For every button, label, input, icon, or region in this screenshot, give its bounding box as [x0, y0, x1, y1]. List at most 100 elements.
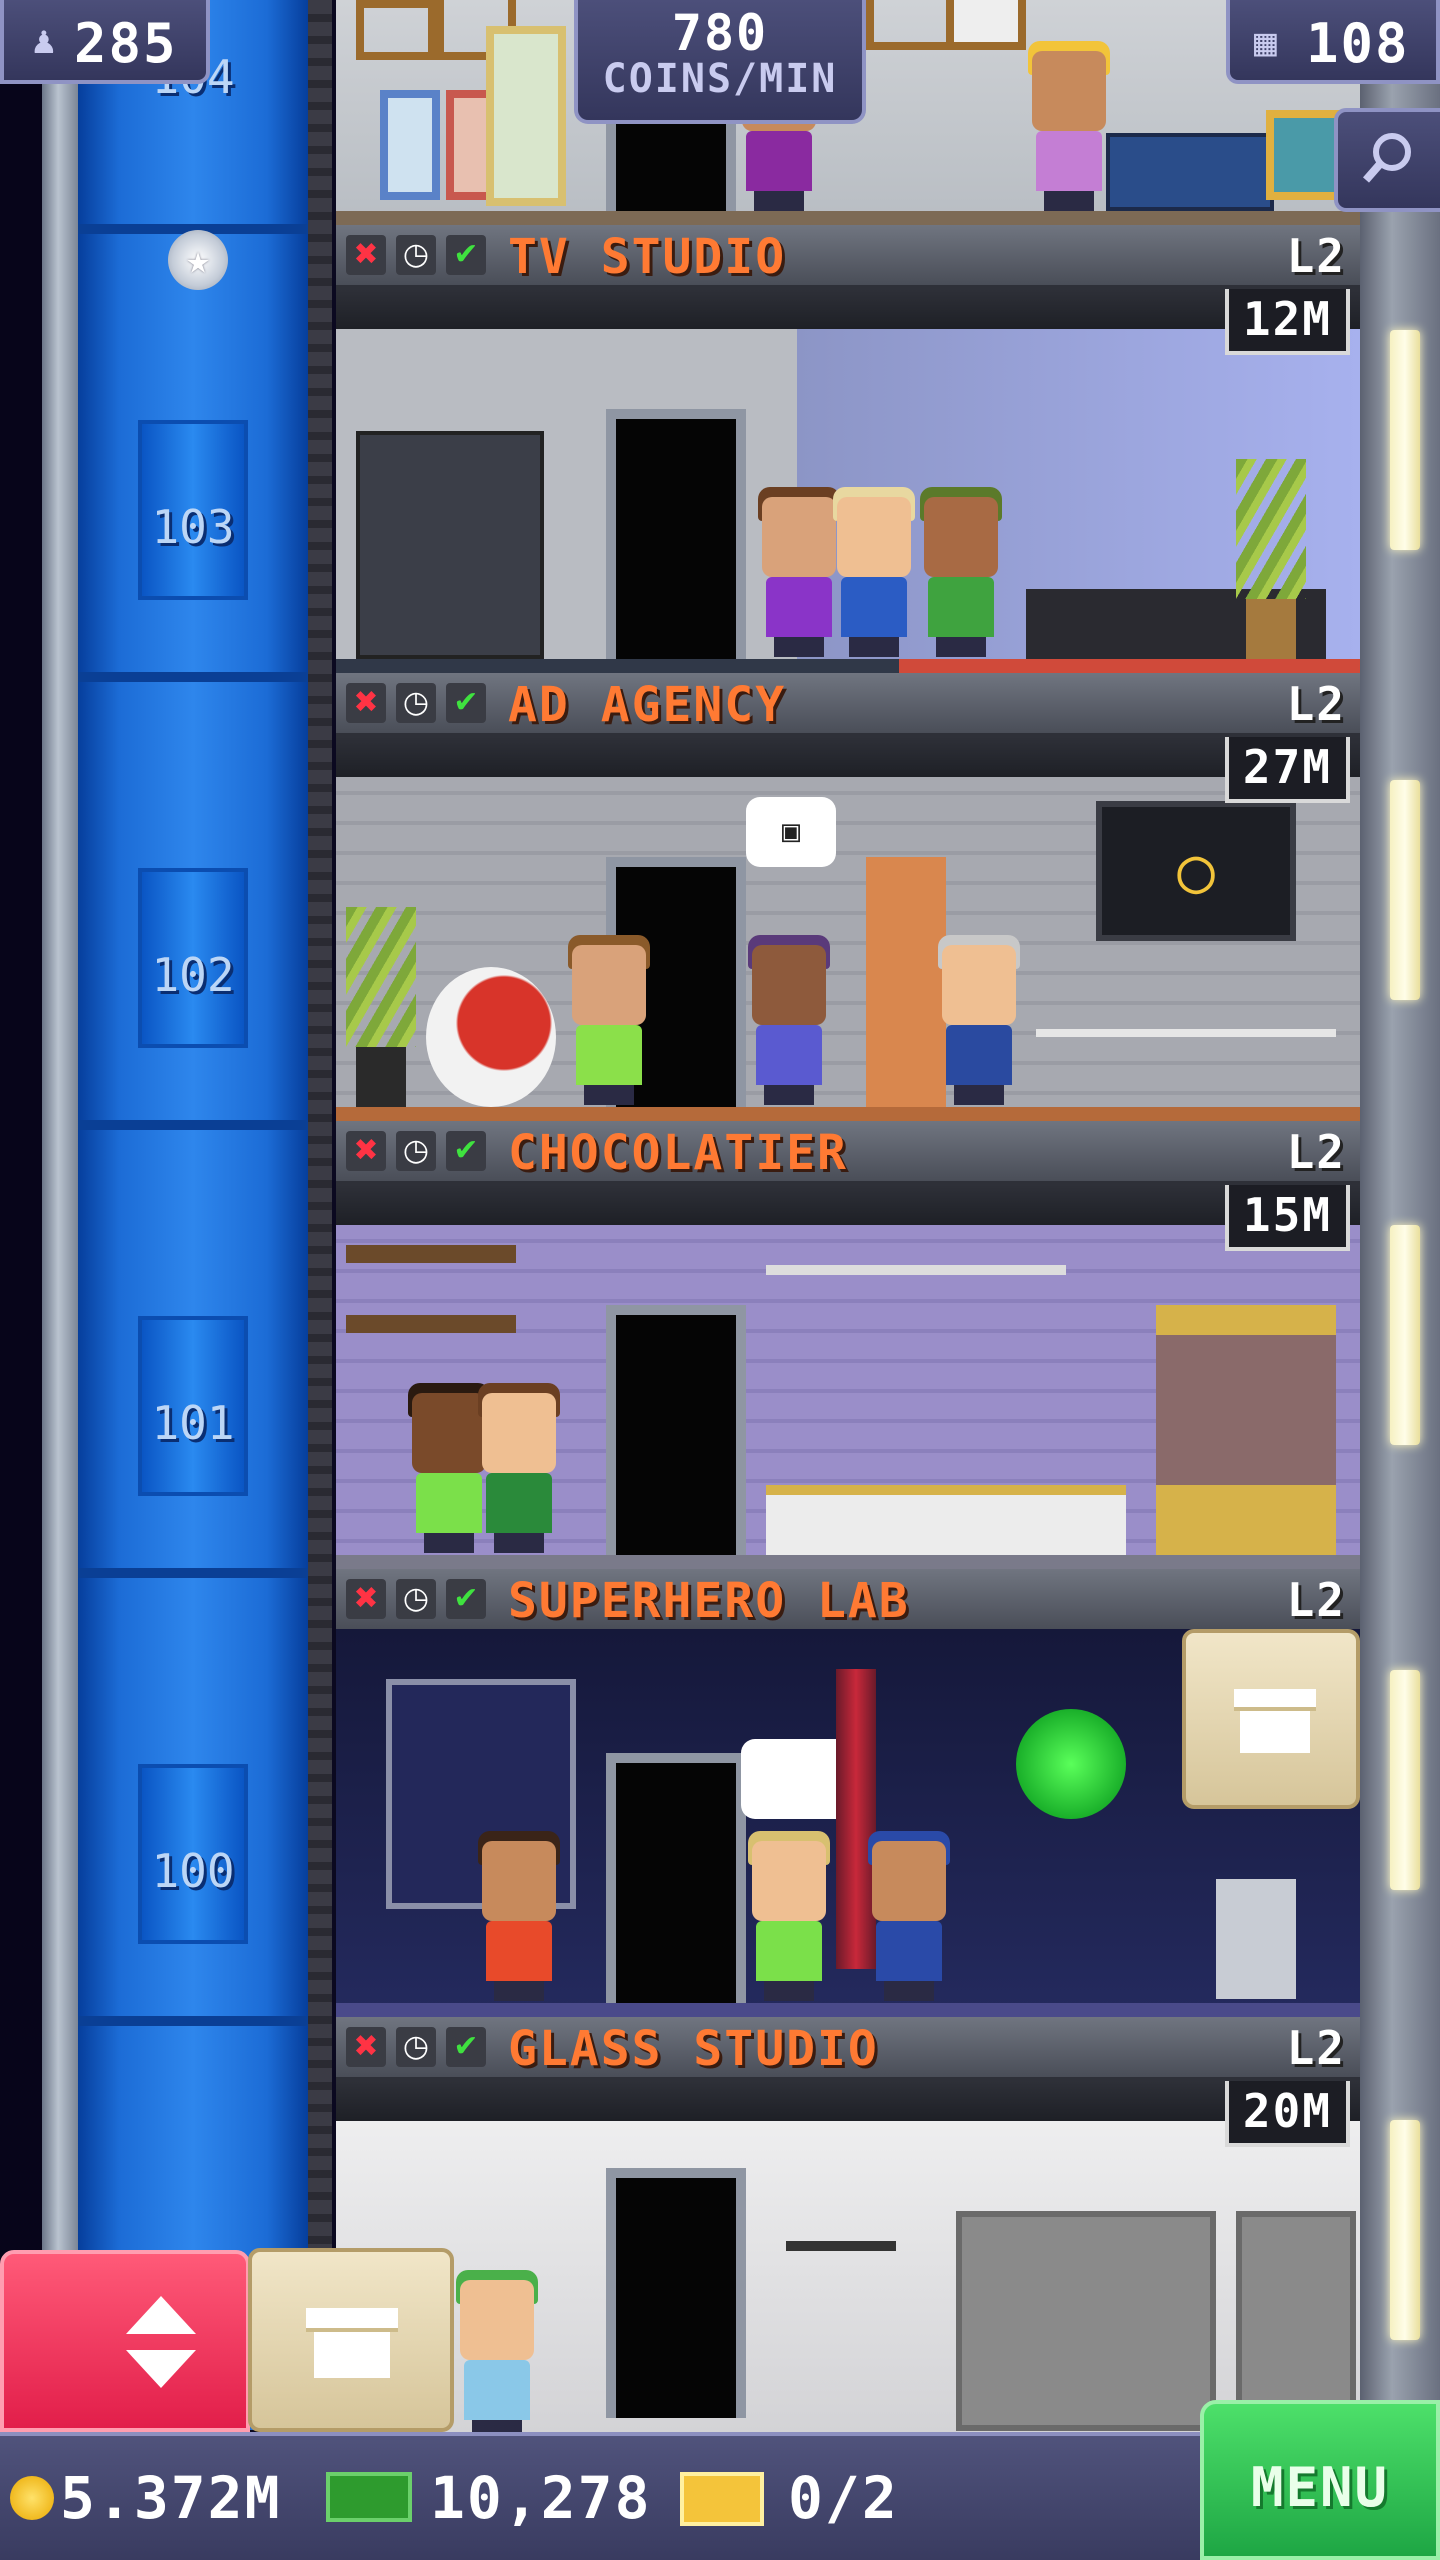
shaft-segment	[78, 224, 308, 672]
floor-line	[336, 2003, 1360, 2017]
floor-tv-studio[interactable]: ✖ ◷ ✔ TV STUDIO L2 12M	[336, 225, 1360, 673]
floor-header: ✖ ◷ ✔ SUPERHERO LAB L2	[336, 1569, 1360, 1633]
floor-header: ✖ ◷ ✔ CHOCOLATIER L2	[336, 1121, 1360, 1185]
resident[interactable]	[918, 487, 1004, 657]
door	[606, 1753, 746, 2003]
clock-icon: ◷	[396, 2027, 436, 2067]
elevator-star-icon[interactable]: ★	[168, 230, 228, 290]
stock-badge: 12M	[1224, 289, 1350, 355]
room-interior	[336, 329, 1360, 673]
floor-number-label: 101	[151, 1396, 235, 1450]
plant-decoration	[336, 907, 426, 1107]
shaft-divider	[308, 0, 332, 2430]
floor-line	[336, 659, 1360, 673]
painting-frame	[356, 0, 436, 60]
floor-ad-agency[interactable]: ✖ ◷ ✔ AD AGENCY L2 ▣ ◯ 27M	[336, 673, 1360, 1121]
tickets-value[interactable]: 0/2	[788, 2464, 899, 2532]
floor-number-label: 103	[151, 500, 235, 554]
floor-status-icons: ✖ ◷ ✔	[346, 1579, 496, 1619]
crate-icon	[306, 2308, 398, 2378]
window-light	[1390, 330, 1420, 550]
clock-icon: ◷	[396, 1131, 436, 1171]
resident[interactable]	[476, 1383, 562, 1553]
room-interior	[336, 1225, 1360, 1569]
floor-name: GLASS STUDIO	[508, 2021, 879, 2077]
floor-status-icons: ✖ ◷ ✔	[346, 683, 496, 723]
shaft-segment	[78, 1568, 308, 2016]
resident[interactable]	[746, 1831, 832, 2001]
egg-chair	[426, 967, 556, 1107]
floor-line	[336, 1107, 1360, 1121]
ceiling	[336, 737, 1360, 777]
income-value: 780	[671, 4, 769, 62]
floor-name: TV STUDIO	[508, 229, 787, 285]
floor-level: L2	[1286, 1573, 1346, 1627]
population-value: 285	[74, 12, 178, 75]
out-of-stock-icon: ✖	[346, 1579, 386, 1619]
resident[interactable]	[454, 2270, 540, 2440]
window-light	[1390, 780, 1420, 1000]
bux-value[interactable]: 10,278	[430, 2464, 652, 2532]
chocolate-shelf	[346, 1315, 516, 1333]
floor-chocolatier[interactable]: ✖ ◷ ✔ CHOCOLATIER L2 15M	[336, 1121, 1360, 1569]
elevator-button[interactable]	[0, 2250, 250, 2432]
floor-count-value: 108	[1306, 12, 1410, 75]
magnifier-icon	[1362, 133, 1411, 183]
floor-level: L2	[1286, 677, 1346, 731]
delivery-crate-button[interactable]	[248, 2248, 454, 2432]
elevator-shaft[interactable]: 104 103 102 101 100 ★	[78, 0, 308, 2430]
tower-bux-icon[interactable]	[326, 2472, 412, 2522]
floor-header: ✖ ◷ ✔ TV STUDIO L2	[336, 225, 1360, 289]
check-icon: ✔	[446, 683, 486, 723]
window-light	[1390, 1670, 1420, 1890]
resident[interactable]	[476, 1831, 562, 2001]
floor-status-icons: ✖ ◷ ✔	[346, 2027, 496, 2067]
floor-level: L2	[1286, 2021, 1346, 2075]
door	[606, 2168, 746, 2418]
display-cabinet	[1106, 133, 1274, 211]
menu-label: MENU	[1250, 2456, 1390, 2519]
resident[interactable]	[1026, 41, 1112, 211]
door	[606, 409, 746, 659]
floor-status-icons: ✖ ◷ ✔	[346, 235, 496, 275]
floor-count-display[interactable]: ▦ 108	[1226, 0, 1440, 84]
floor-superhero-lab[interactable]: ✖ ◷ ✔ SUPERHERO LAB L2	[336, 1569, 1360, 2017]
ceiling	[336, 2081, 1360, 2121]
speech-bubble-icon[interactable]: ▣	[746, 797, 836, 867]
resident[interactable]	[866, 1831, 952, 2001]
floor-number-label: 100	[151, 1844, 235, 1898]
resident[interactable]	[831, 487, 917, 657]
floor-number-label: 102	[151, 948, 235, 1002]
resident[interactable]	[746, 935, 832, 1105]
chocolate-shelf	[346, 1245, 516, 1263]
search-button[interactable]	[1334, 108, 1440, 212]
check-icon: ✔	[446, 1579, 486, 1619]
menu-button[interactable]: MENU	[1200, 2400, 1440, 2560]
person-icon: ♟	[32, 18, 56, 62]
window-light	[1390, 2120, 1420, 2340]
painting-frame	[946, 0, 1026, 50]
door	[606, 111, 736, 211]
shaft-segment	[78, 1120, 308, 1568]
painting-frame	[486, 26, 566, 206]
out-of-stock-icon: ✖	[346, 683, 386, 723]
painting-frame	[380, 90, 440, 200]
up-down-arrows-icon	[126, 2296, 196, 2388]
stock-badge: 27M	[1224, 737, 1350, 803]
shaft-segment	[78, 672, 308, 1120]
population-counter[interactable]: ♟ 285	[0, 0, 210, 84]
floor-line	[336, 1555, 1360, 1569]
resident[interactable]	[566, 935, 652, 1105]
check-icon: ✔	[446, 1131, 486, 1171]
delivery-crate-button[interactable]	[1182, 1629, 1360, 1809]
floor-header: ✖ ◷ ✔ AD AGENCY L2	[336, 673, 1360, 737]
golden-ticket-icon[interactable]	[680, 2472, 764, 2526]
clock-icon: ◷	[396, 1579, 436, 1619]
check-icon: ✔	[446, 235, 486, 275]
resident[interactable]	[936, 935, 1022, 1105]
window-light	[1390, 1225, 1420, 1445]
speech-bubble-icon[interactable]	[741, 1739, 851, 1819]
glass-shelf	[956, 2211, 1216, 2431]
resident[interactable]	[756, 487, 842, 657]
ceiling	[336, 1185, 1360, 1225]
